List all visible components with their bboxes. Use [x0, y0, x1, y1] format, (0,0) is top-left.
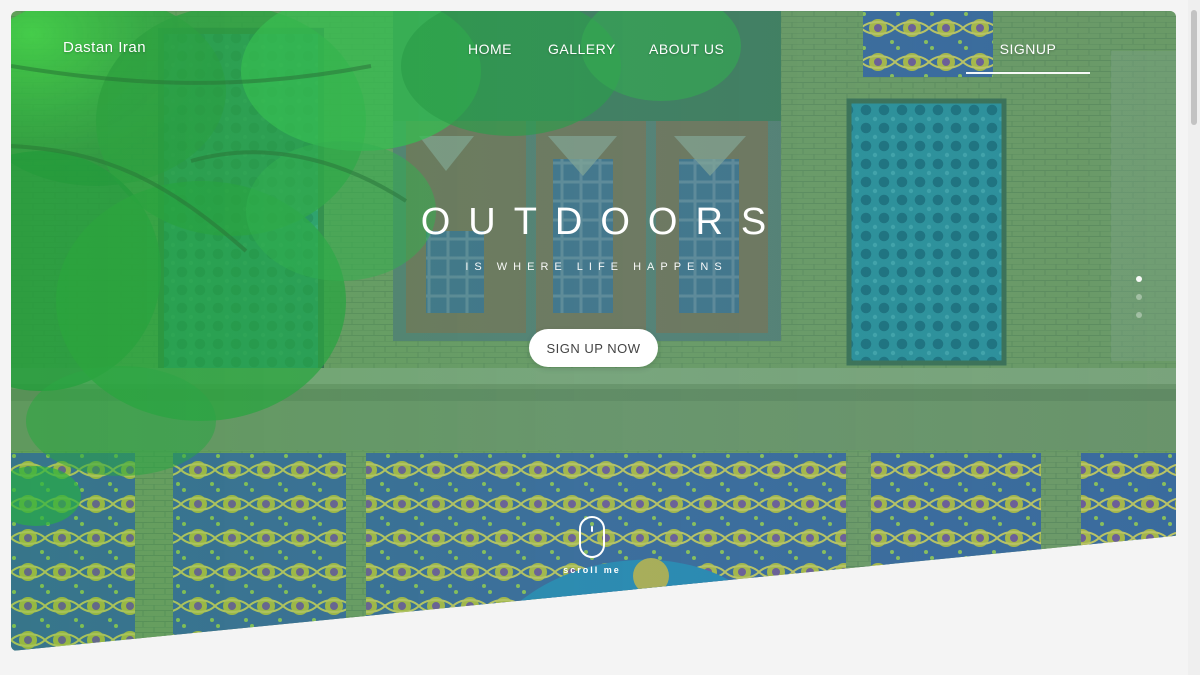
nav-link-about-us[interactable]: ABOUT US: [649, 41, 724, 57]
hero-pager: [1136, 276, 1142, 330]
mouse-scroll-icon: [579, 516, 605, 558]
hero-title: OUTDOORS: [420, 201, 785, 244]
nav-link-signup[interactable]: SIGNUP: [966, 41, 1090, 74]
scrollbar-thumb[interactable]: [1191, 10, 1197, 125]
vertical-scrollbar[interactable]: [1188, 0, 1200, 675]
hero-section: Dastan Iran HOME GALLERY ABOUT US SIGNUP…: [11, 11, 1176, 651]
brand-name[interactable]: Dastan Iran: [63, 39, 146, 56]
hero-subtitle: IS WHERE LIFE HAPPENS: [465, 261, 728, 273]
nav-link-gallery[interactable]: GALLERY: [548, 41, 616, 57]
scroll-indicator[interactable]: scroll me: [557, 516, 627, 575]
sign-up-now-button[interactable]: SIGN UP NOW: [529, 329, 658, 367]
page: Dastan Iran HOME GALLERY ABOUT US SIGNUP…: [0, 0, 1200, 675]
nav-link-home[interactable]: HOME: [468, 41, 512, 57]
top-navigation: Dastan Iran HOME GALLERY ABOUT US SIGNUP: [11, 11, 1176, 91]
scroll-label: scroll me: [563, 565, 621, 575]
pager-dot[interactable]: [1136, 294, 1142, 300]
pager-dot[interactable]: [1136, 312, 1142, 318]
pager-dot-active[interactable]: [1136, 276, 1142, 282]
